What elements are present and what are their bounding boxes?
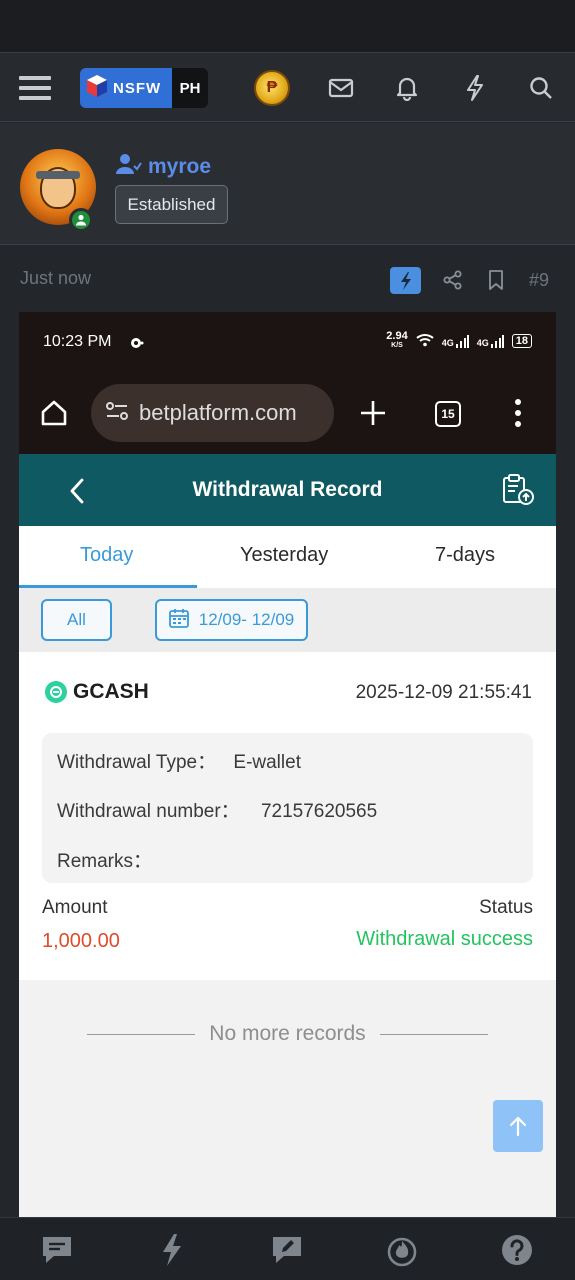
more-options-icon[interactable] bbox=[514, 398, 522, 433]
site-settings-icon[interactable] bbox=[105, 400, 129, 427]
phone-status-bar: 10:23 PM 2.94 K/S 4G 4G 18 bbox=[19, 312, 556, 372]
react-bolt-button[interactable] bbox=[390, 267, 421, 294]
scroll-to-top-button[interactable] bbox=[493, 1100, 543, 1152]
site-logo[interactable]: NSFW PH bbox=[80, 68, 208, 108]
payment-method: GCASH bbox=[45, 680, 149, 704]
date-range-button[interactable]: 12/09- 12/09 bbox=[155, 599, 308, 641]
system-top-bar bbox=[0, 0, 575, 52]
record-details: Withdrawal Type： E-wallet Withdrawal num… bbox=[42, 733, 533, 883]
divider-right bbox=[379, 1033, 488, 1035]
withdrawal-number-value: 72157620565 bbox=[260, 801, 378, 822]
address-bar[interactable]: betplatform.com bbox=[91, 384, 334, 442]
payment-method-name: GCASH bbox=[73, 680, 149, 703]
help-icon[interactable] bbox=[499, 1232, 535, 1268]
withdrawal-type-label: Withdrawal Type： bbox=[57, 752, 217, 773]
status-time: 10:23 PM bbox=[43, 333, 112, 350]
arrow-up-icon bbox=[509, 1116, 527, 1137]
site-navbar: NSFW PH ₱ bbox=[0, 52, 575, 122]
status-label: Status bbox=[479, 897, 533, 918]
status-value: Withdrawal success bbox=[356, 928, 533, 950]
new-tab-icon[interactable] bbox=[359, 399, 387, 432]
net-speed-unit: K/S bbox=[391, 342, 403, 349]
username: myroe bbox=[148, 155, 212, 178]
amount-value: 1,000.00 bbox=[42, 930, 120, 952]
cube-icon bbox=[86, 74, 108, 103]
bookmark-icon[interactable] bbox=[485, 265, 507, 295]
username-link[interactable]: myroe bbox=[116, 153, 211, 181]
record-datetime: 2025-12-09 21:55:41 bbox=[355, 682, 532, 703]
withdrawal-number-label: Withdrawal number： bbox=[57, 801, 240, 822]
post-time[interactable]: Just now bbox=[20, 268, 91, 289]
logo-text: NSFW bbox=[113, 79, 162, 97]
tab-7-days[interactable]: 7-days bbox=[435, 544, 495, 567]
amount-label: Amount bbox=[42, 897, 108, 918]
tab-yesterday[interactable]: Yesterday bbox=[240, 544, 328, 567]
share-icon[interactable] bbox=[441, 265, 465, 295]
withdrawal-record-card[interactable]: GCASH 2025-12-09 21:55:41 Withdrawal Typ… bbox=[19, 652, 556, 980]
trending-icon[interactable] bbox=[384, 1232, 420, 1268]
end-of-list: No more records bbox=[19, 1022, 556, 1046]
bell-icon[interactable] bbox=[389, 70, 425, 106]
filter-all-button[interactable]: All bbox=[41, 599, 112, 641]
no-more-records-text: No more records bbox=[209, 1022, 366, 1045]
user-title-badge: Established bbox=[115, 185, 228, 224]
new-post-icon[interactable] bbox=[269, 1232, 305, 1268]
signal-2: 4G bbox=[477, 334, 504, 348]
menu-icon[interactable] bbox=[17, 70, 53, 106]
logo-suffix: PH bbox=[172, 68, 208, 108]
date-range-text: 12/09- 12/09 bbox=[198, 610, 295, 629]
date-tabs: Today Yesterday 7-days bbox=[19, 526, 556, 588]
tab-today[interactable]: Today bbox=[80, 544, 133, 567]
online-status-icon bbox=[69, 208, 93, 232]
app-header: Withdrawal Record bbox=[19, 454, 556, 526]
withdrawal-type-row: Withdrawal Type： E-wallet bbox=[57, 747, 301, 774]
calendar-icon bbox=[168, 608, 189, 633]
remarks-row: Remarks： bbox=[57, 846, 152, 873]
network-type-1: 4G bbox=[441, 338, 454, 348]
whats-new-icon[interactable] bbox=[154, 1232, 190, 1268]
user-icon bbox=[116, 153, 142, 181]
network-type-2: 4G bbox=[476, 338, 489, 348]
attached-screenshot[interactable]: 10:23 PM 2.94 K/S 4G 4G 18 betplatform.c… bbox=[19, 312, 556, 1217]
post-number-link[interactable]: #9 bbox=[529, 265, 549, 295]
net-speed: 2.94 bbox=[386, 330, 408, 342]
status-indicators: 2.94 K/S 4G 4G 18 bbox=[386, 330, 532, 350]
filter-bar: All 12/09- 12/09 bbox=[19, 588, 556, 652]
bottom-nav bbox=[0, 1217, 575, 1280]
wifi-icon bbox=[416, 333, 434, 350]
page-title: Withdrawal Record bbox=[192, 478, 383, 501]
forums-icon[interactable] bbox=[39, 1232, 75, 1268]
withdrawal-type-value: E-wallet bbox=[233, 752, 301, 773]
withdrawal-number-row: Withdrawal number： 72157620565 bbox=[57, 796, 377, 823]
url-text: betplatform.com bbox=[139, 400, 297, 425]
notification-icon bbox=[130, 336, 144, 354]
browser-toolbar: betplatform.com 15 bbox=[19, 372, 556, 454]
search-icon[interactable] bbox=[523, 70, 559, 106]
clipboard-upload-icon[interactable] bbox=[501, 474, 535, 511]
remarks-label: Remarks： bbox=[57, 851, 153, 872]
bolt-icon[interactable] bbox=[457, 70, 493, 106]
token-icon[interactable]: ₱ bbox=[254, 70, 290, 106]
signal-1: 4G bbox=[442, 334, 469, 348]
divider-left bbox=[87, 1033, 196, 1035]
battery-icon: 18 bbox=[511, 334, 532, 348]
home-icon[interactable] bbox=[39, 398, 69, 433]
tab-switcher-button[interactable]: 15 bbox=[435, 401, 461, 427]
mail-icon[interactable] bbox=[323, 70, 359, 106]
gcash-icon bbox=[45, 681, 67, 703]
